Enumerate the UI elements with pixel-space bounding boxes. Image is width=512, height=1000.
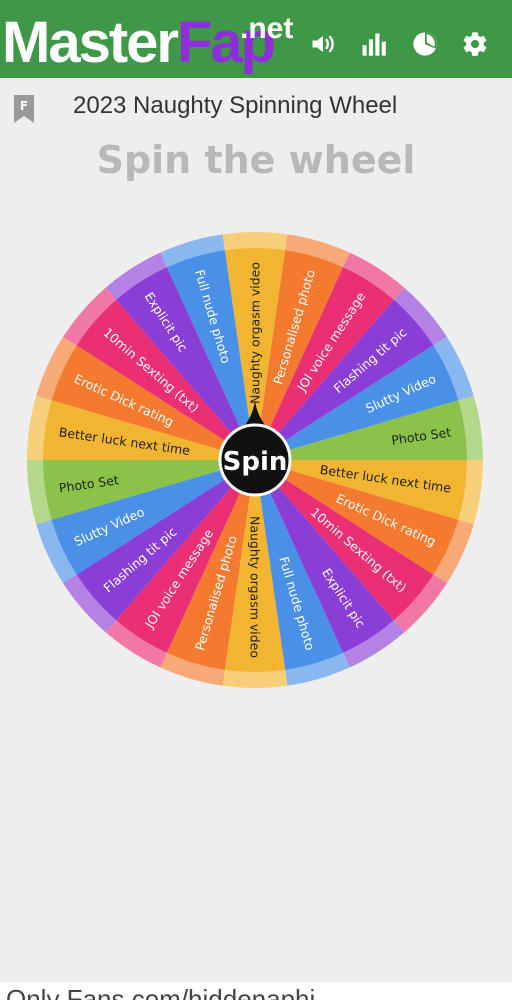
wheel-segment-label: Naughty orgasm video — [248, 262, 263, 404]
wheel-segment-label: Naughty orgasm video — [248, 516, 263, 658]
site-logo[interactable]: MasterFap .net — [2, 8, 293, 78]
logo-main-text: Master — [2, 10, 179, 75]
wheel-segment-rim — [222, 669, 288, 688]
stats-icon[interactable] — [358, 29, 388, 59]
spinning-wheel[interactable]: Naughty orgasm video Personalised photo JO… — [26, 231, 484, 689]
bookmark-letter: F — [20, 99, 28, 113]
bottom-banner[interactable]: Only Fans.com/hiddenaphi — [0, 982, 512, 1000]
bookmark-icon[interactable]: F — [12, 94, 36, 124]
page-title: 2023 Naughty Spinning Wheel — [73, 92, 398, 119]
spin-heading: Spin the wheel — [96, 138, 416, 182]
settings-icon[interactable] — [460, 29, 490, 59]
title-bar: F 2023 Naughty Spinning Wheel — [0, 78, 512, 138]
bottom-banner-text: Only Fans.com/hiddenaphi — [6, 984, 316, 1000]
wheel-segment-rim — [222, 232, 288, 251]
spin-button-label[interactable]: Spin — [223, 447, 288, 477]
top-bar: MasterFap .net — [0, 0, 512, 78]
logo-tld-text: .net — [240, 12, 294, 45]
pie-chart-icon[interactable] — [410, 29, 440, 59]
sound-icon[interactable] — [308, 29, 338, 59]
